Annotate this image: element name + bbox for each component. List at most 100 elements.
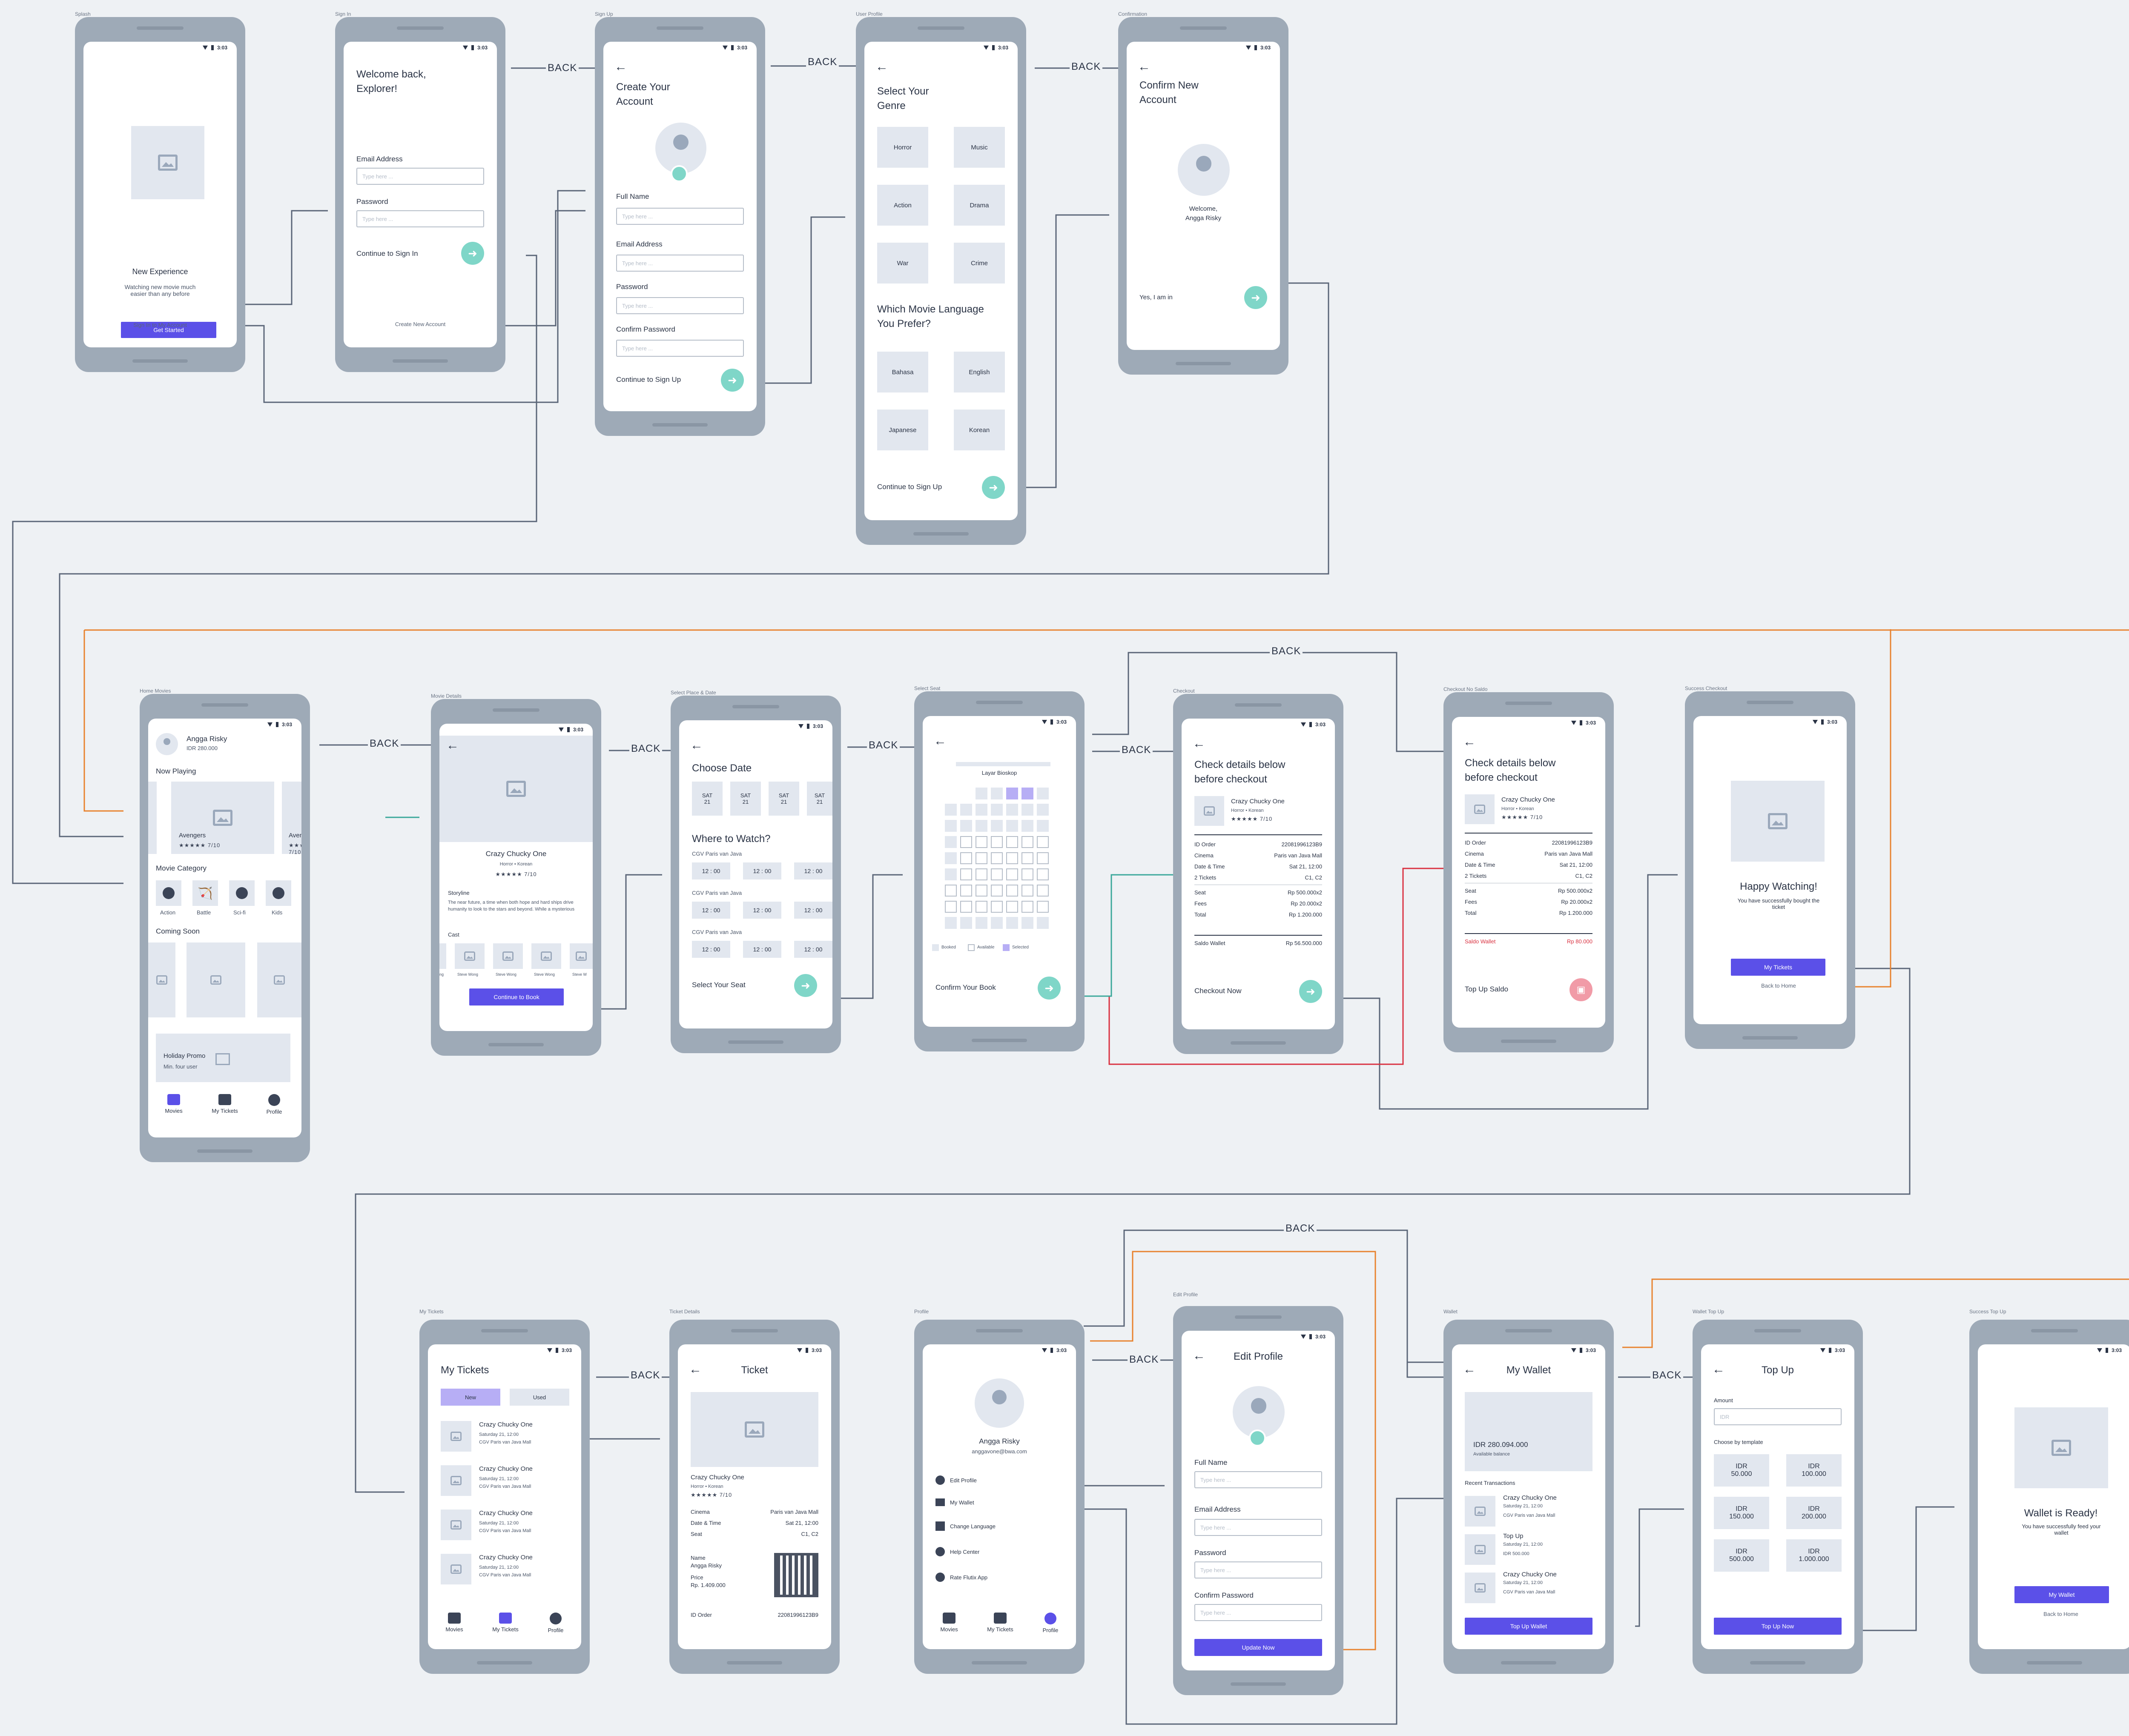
- my-tickets-button[interactable]: My Tickets: [1731, 959, 1825, 976]
- seat[interactable]: [1037, 788, 1049, 799]
- seat[interactable]: [960, 804, 972, 816]
- seat[interactable]: [1006, 885, 1018, 897]
- date-chip[interactable]: SAT 21: [807, 782, 832, 816]
- seat[interactable]: [991, 901, 1003, 913]
- password-field[interactable]: Type here ...: [356, 210, 484, 227]
- seat[interactable]: [976, 836, 987, 848]
- seat[interactable]: [976, 917, 987, 929]
- cast-photo[interactable]: [531, 943, 561, 969]
- amount-template[interactable]: IDR 150.000: [1714, 1497, 1769, 1529]
- nav-profile[interactable]: Profile: [539, 1613, 573, 1633]
- time-chip[interactable]: 12 : 00: [692, 941, 730, 958]
- seat[interactable]: [991, 868, 1003, 880]
- seat[interactable]: [1037, 885, 1049, 897]
- seat[interactable]: [945, 901, 957, 913]
- time-chip[interactable]: 12 : 00: [743, 862, 781, 879]
- coming-soon-card[interactable]: [257, 942, 301, 1017]
- seat[interactable]: [1037, 836, 1049, 848]
- time-chip[interactable]: 12 : 00: [794, 941, 832, 958]
- seat[interactable]: [1006, 788, 1018, 799]
- genre-chip[interactable]: Crime: [954, 243, 1005, 284]
- confirm-book-button[interactable]: ➜: [1038, 977, 1061, 1000]
- menu-help-center[interactable]: Help Center: [935, 1547, 979, 1556]
- nav-profile[interactable]: Profile: [1033, 1613, 1067, 1633]
- avatar[interactable]: [156, 733, 178, 755]
- back-arrow-icon[interactable]: ←: [1138, 60, 1151, 73]
- back-arrow-icon[interactable]: ←: [614, 60, 627, 73]
- avatar[interactable]: [975, 1378, 1024, 1428]
- update-button[interactable]: Update Now: [1194, 1639, 1322, 1656]
- seat[interactable]: [1006, 868, 1018, 880]
- language-chip[interactable]: English: [954, 352, 1005, 392]
- seat[interactable]: [945, 836, 957, 848]
- amount-template[interactable]: IDR 200.000: [1786, 1497, 1842, 1529]
- amount-field[interactable]: IDR: [1714, 1408, 1842, 1425]
- coming-soon-card[interactable]: [187, 942, 245, 1017]
- time-chip[interactable]: 12 : 00: [692, 862, 730, 879]
- topup-now-button[interactable]: Top Up Now: [1714, 1618, 1842, 1635]
- seat[interactable]: [991, 836, 1003, 848]
- seat[interactable]: [1021, 901, 1033, 913]
- time-chip[interactable]: 12 : 00: [794, 902, 832, 919]
- full-name-field[interactable]: Type here ...: [616, 208, 744, 225]
- checkout-button[interactable]: ➜: [1299, 980, 1322, 1003]
- back-to-home-link[interactable]: Back to Home: [1693, 983, 1847, 989]
- list-item[interactable]: Crazy Chucky One Saturday 21, 12:00 CGV Pa…: [441, 1421, 568, 1465]
- date-chip[interactable]: SAT 21: [692, 782, 723, 816]
- seat[interactable]: [976, 804, 987, 816]
- nav-my-tickets[interactable]: My Tickets: [204, 1094, 246, 1114]
- category-kids[interactable]: [266, 880, 291, 906]
- nav-movies[interactable]: Movies: [437, 1613, 471, 1633]
- nav-my-tickets[interactable]: My Tickets: [979, 1613, 1021, 1633]
- email-field[interactable]: Type here ...: [616, 255, 744, 272]
- menu-rate-app[interactable]: Rate Flutix App: [935, 1573, 987, 1582]
- change-photo-icon[interactable]: [1249, 1429, 1266, 1447]
- seat[interactable]: [976, 885, 987, 897]
- seat[interactable]: [945, 820, 957, 832]
- seat[interactable]: [960, 901, 972, 913]
- tab-new[interactable]: New: [441, 1389, 500, 1406]
- seat[interactable]: [1037, 901, 1049, 913]
- seat[interactable]: [1006, 820, 1018, 832]
- select-seat-button[interactable]: ➜: [794, 974, 817, 997]
- back-arrow-icon[interactable]: ←: [934, 735, 947, 748]
- menu-change-language[interactable]: Change Language: [935, 1521, 996, 1531]
- seat[interactable]: [960, 917, 972, 929]
- nav-movies[interactable]: Movies: [932, 1613, 966, 1633]
- language-chip[interactable]: Japanese: [877, 410, 928, 450]
- create-account-link[interactable]: Create New Account: [344, 321, 497, 327]
- seat[interactable]: [991, 788, 1003, 799]
- list-item[interactable]: Crazy Chucky One Saturday 21, 12:00 CGV Pa…: [441, 1465, 568, 1510]
- time-chip[interactable]: 12 : 00: [743, 902, 781, 919]
- topup-wallet-button[interactable]: Top Up Wallet: [1465, 1618, 1592, 1635]
- seat[interactable]: [991, 852, 1003, 864]
- cast-photo[interactable]: [570, 943, 593, 969]
- language-chip[interactable]: Bahasa: [877, 352, 928, 392]
- continue-button[interactable]: ➜: [461, 242, 484, 265]
- seat[interactable]: [945, 885, 957, 897]
- tab-used[interactable]: Used: [510, 1389, 569, 1406]
- back-arrow-icon[interactable]: ←: [690, 739, 703, 752]
- category-battle[interactable]: 🏹: [192, 880, 218, 906]
- amount-template[interactable]: IDR 50.000: [1714, 1454, 1769, 1487]
- list-item[interactable]: Crazy Chucky One Saturday 21, 12:00 CGV Pa…: [441, 1554, 568, 1598]
- seat[interactable]: [1037, 804, 1049, 816]
- genre-chip[interactable]: War: [877, 243, 928, 284]
- continue-button[interactable]: ➜: [721, 369, 744, 392]
- seat[interactable]: [1006, 836, 1018, 848]
- transaction-item[interactable]: Crazy Chucky One Saturday 21, 12:00 CGV Pa…: [1465, 1493, 1592, 1531]
- cast-photo[interactable]: [455, 943, 485, 969]
- seat[interactable]: [945, 852, 957, 864]
- menu-edit-profile[interactable]: Edit Profile: [935, 1475, 977, 1485]
- seat[interactable]: [1021, 836, 1033, 848]
- seat[interactable]: [1006, 804, 1018, 816]
- seat-grid[interactable]: [945, 788, 1054, 932]
- topup-saldo-button[interactable]: ▣: [1569, 978, 1592, 1001]
- continue-to-book-button[interactable]: Continue to Book: [469, 988, 564, 1006]
- genre-chip[interactable]: Drama: [954, 185, 1005, 226]
- continue-button[interactable]: ➜: [982, 476, 1005, 499]
- full-name-field[interactable]: Type here ...: [1194, 1471, 1322, 1488]
- seat[interactable]: [945, 868, 957, 880]
- email-field[interactable]: Type here ...: [356, 168, 484, 185]
- confirm-password-field[interactable]: Type here ...: [616, 340, 744, 357]
